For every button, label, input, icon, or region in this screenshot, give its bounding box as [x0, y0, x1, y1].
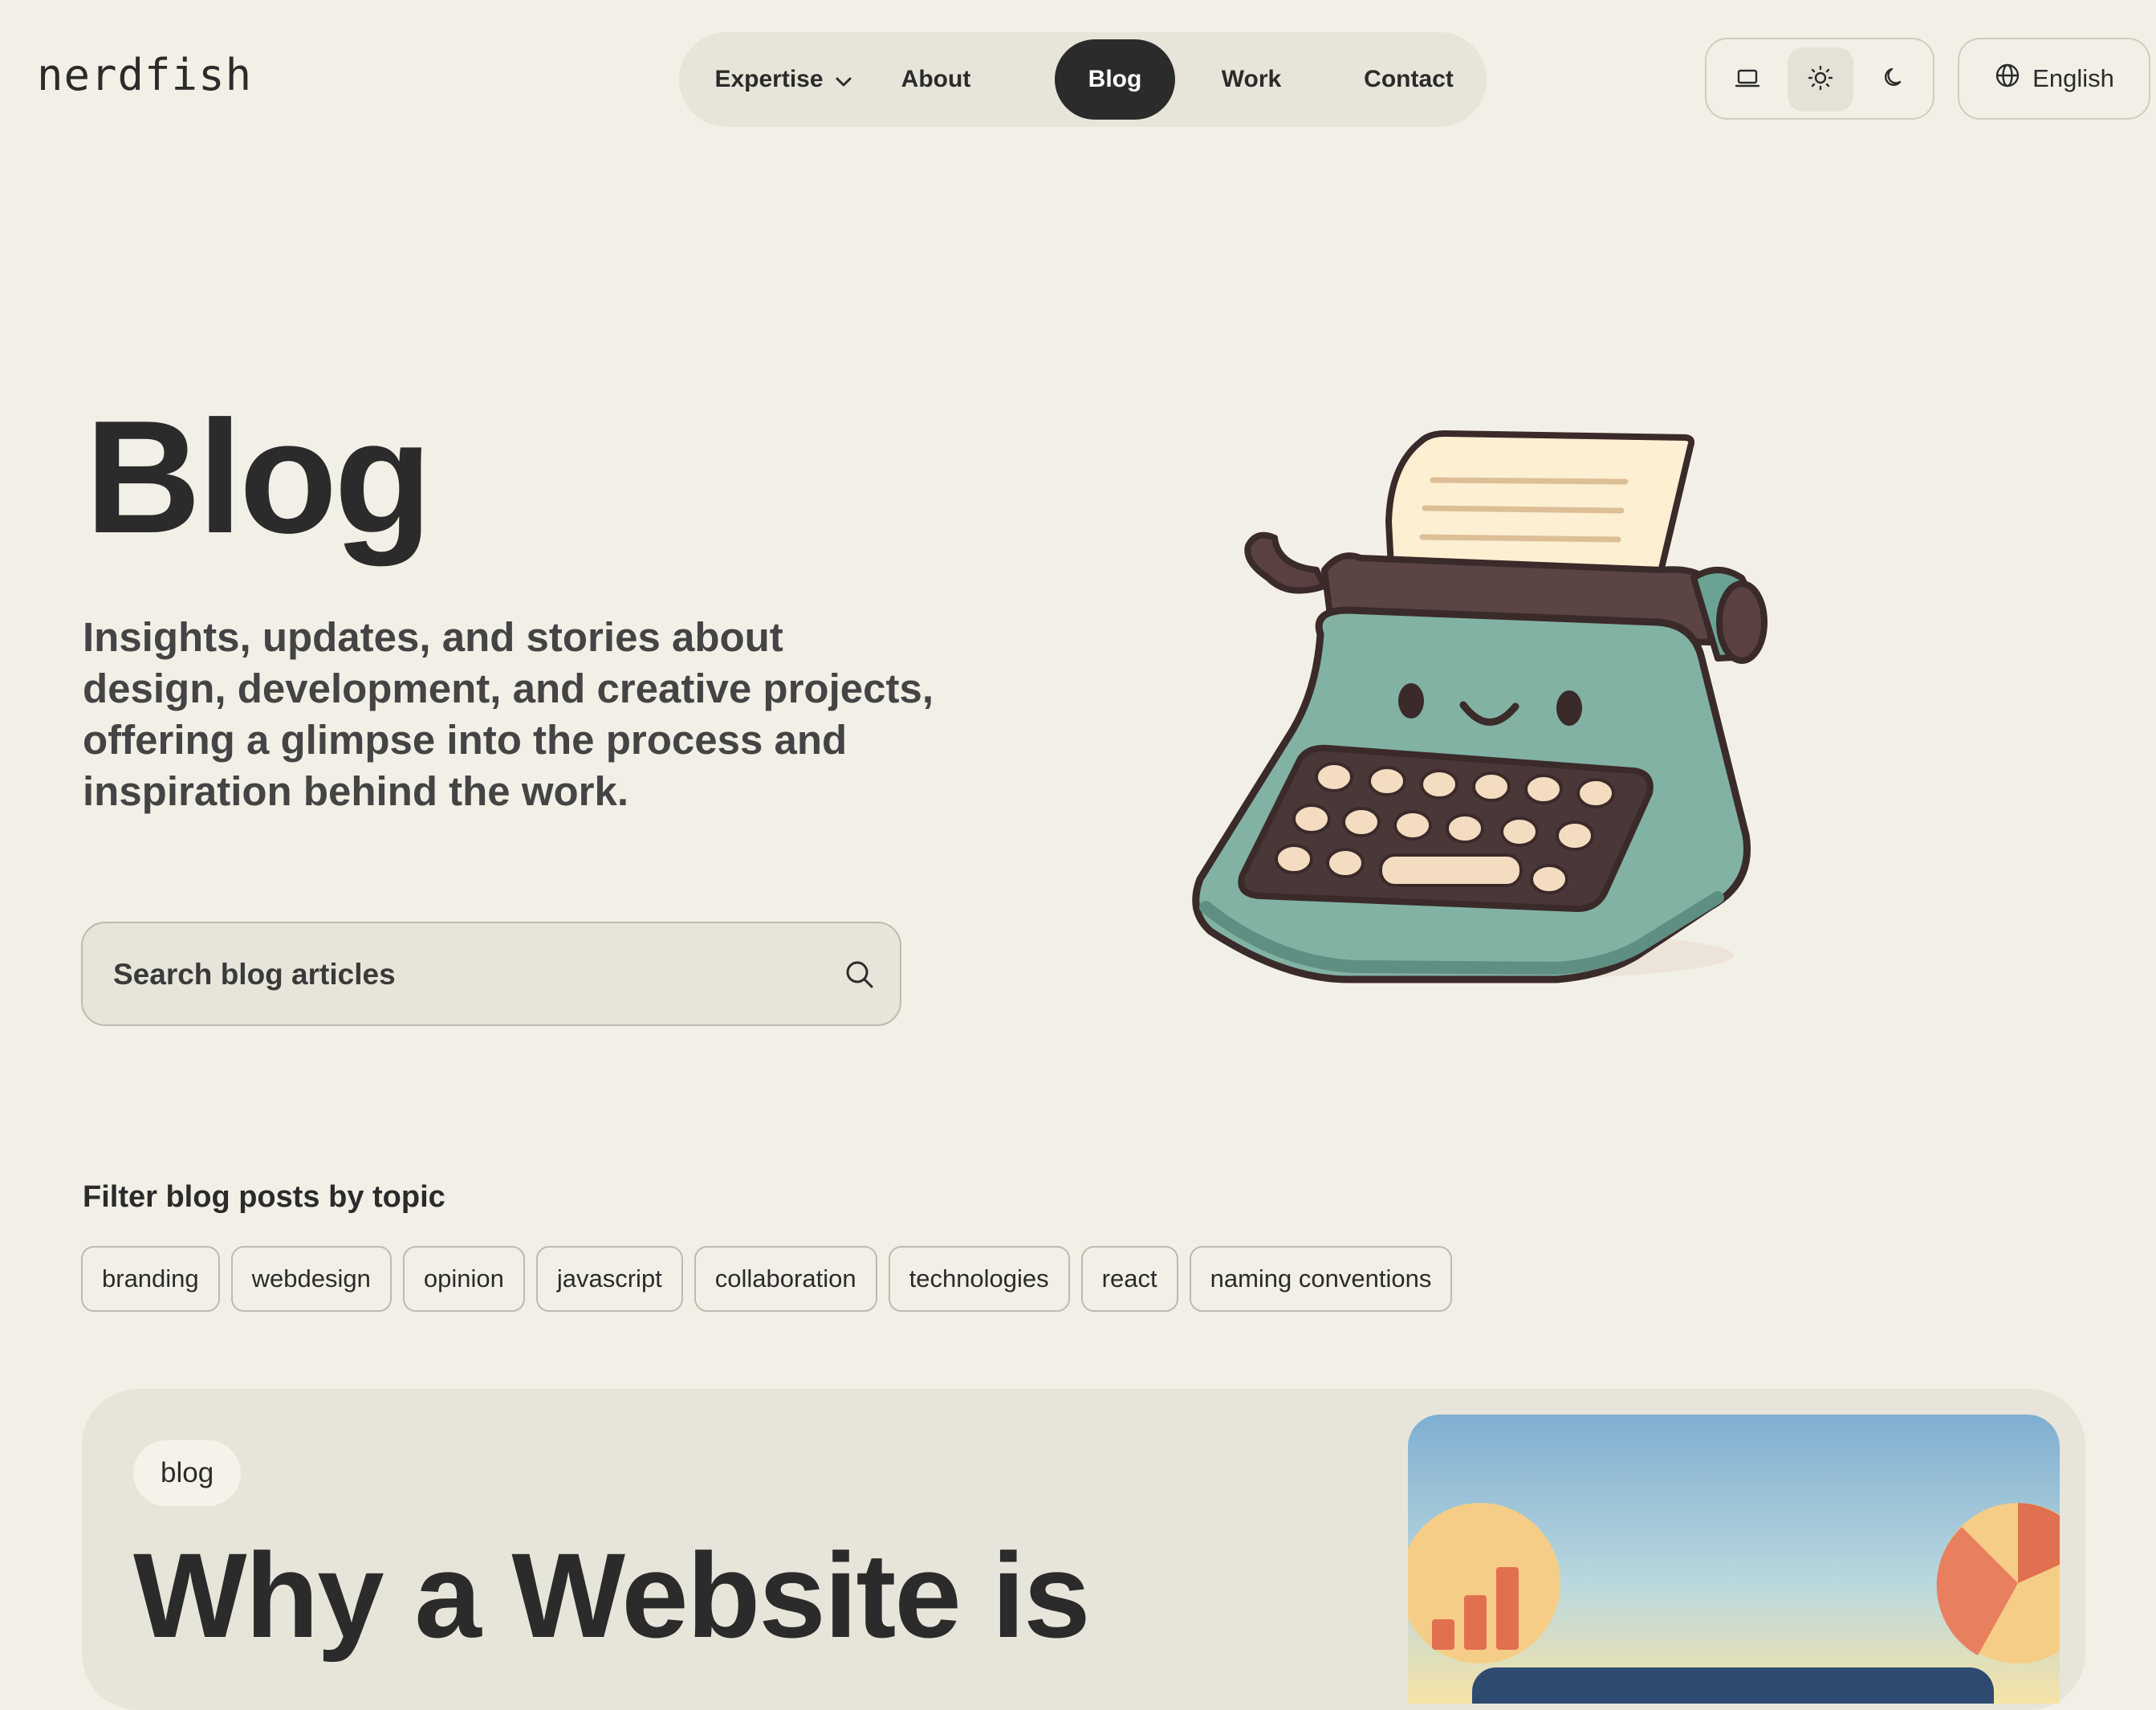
filter-heading: Filter blog posts by topic: [83, 1180, 445, 1214]
post-title[interactable]: Why a Website is: [133, 1535, 1091, 1655]
tag-collaboration[interactable]: collaboration: [694, 1246, 877, 1312]
tag-opinion[interactable]: opinion: [402, 1246, 525, 1312]
search-icon[interactable]: [842, 957, 877, 996]
topic-filter-list: branding webdesign opinion javascript co…: [81, 1246, 1453, 1312]
nav-item-expertise[interactable]: Expertise: [703, 39, 864, 120]
light-theme-button[interactable]: [1788, 47, 1853, 112]
tag-branding[interactable]: branding: [81, 1246, 220, 1312]
tag-naming-conventions[interactable]: naming conventions: [1189, 1246, 1453, 1312]
chevron-down-icon: [835, 40, 852, 120]
nav-item-label: Expertise: [714, 66, 824, 92]
search-input[interactable]: [112, 923, 837, 1026]
nav-item-work[interactable]: Work: [1215, 39, 1287, 120]
moon-icon: [1881, 65, 1906, 95]
page-title: Blog: [85, 388, 432, 567]
page-description: Insights, updates, and stories about des…: [83, 614, 934, 814]
tag-technologies[interactable]: technologies: [888, 1246, 1070, 1312]
post-category-badge: blog: [133, 1440, 242, 1506]
dark-theme-button[interactable]: [1861, 47, 1926, 112]
nav-item-about[interactable]: About: [894, 39, 978, 120]
nav-item-blog[interactable]: Blog: [1055, 39, 1175, 120]
site-logo[interactable]: nerdfish: [37, 50, 252, 100]
typewriter-illustration: [1188, 417, 1790, 995]
main-nav: Expertise About Blog Work Contact: [679, 32, 1487, 127]
tag-javascript[interactable]: javascript: [535, 1246, 683, 1312]
system-theme-button[interactable]: [1715, 47, 1780, 112]
nav-item-contact[interactable]: Contact: [1350, 39, 1467, 120]
theme-switcher: [1705, 38, 1934, 120]
language-label: English: [2032, 64, 2114, 92]
featured-post-card[interactable]: blog Why a Website is: [82, 1389, 2085, 1710]
tag-react[interactable]: react: [1080, 1246, 1178, 1312]
language-selector[interactable]: English: [1958, 38, 2150, 120]
laptop-icon: [1734, 66, 1761, 94]
tag-webdesign[interactable]: webdesign: [230, 1246, 392, 1312]
globe-icon: [1994, 62, 2021, 96]
post-thumbnail[interactable]: [1408, 1415, 2060, 1704]
search-box: [81, 922, 901, 1026]
sun-icon: [1807, 64, 1834, 96]
